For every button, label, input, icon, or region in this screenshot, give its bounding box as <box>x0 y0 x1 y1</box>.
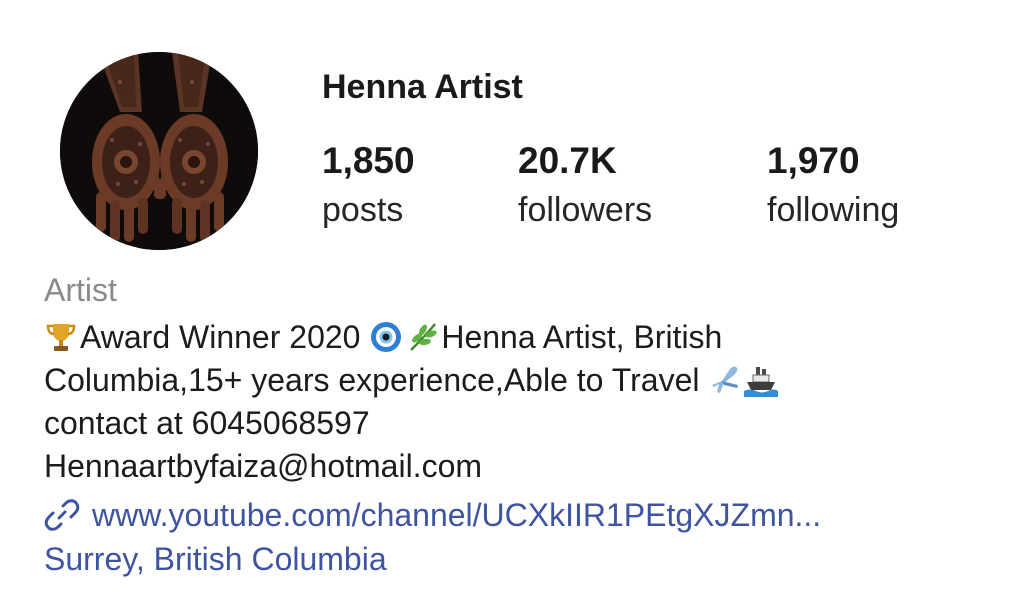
bio-line-2: Columbia,15+ years experience,Able to Tr… <box>44 359 994 402</box>
profile-link[interactable]: www.youtube.com/channel/UCXkIIR1PEtgXJZm… <box>44 497 821 534</box>
bio-line-1: Award Winner 2020 Henna Artist, British <box>44 316 994 359</box>
profile-category: Artist <box>44 272 117 308</box>
bio-email[interactable]: Hennaartbyfaiza@hotmail.com <box>44 445 994 488</box>
posts-count: 1,850 <box>322 140 415 181</box>
link-icon <box>44 499 80 531</box>
following-count: 1,970 <box>767 140 860 181</box>
posts-stat[interactable]: 1,850 posts <box>322 138 415 236</box>
posts-label: posts <box>322 191 404 229</box>
nazar-eye-icon <box>371 322 402 352</box>
bio-line-3: contact at 6045068597 <box>44 405 370 441</box>
profile-avatar[interactable] <box>60 52 258 250</box>
followers-count: 20.7K <box>518 140 617 181</box>
profile-link-text[interactable]: www.youtube.com/channel/UCXkIIR1PEtgXJZm… <box>92 497 821 533</box>
following-stat[interactable]: 1,970 following <box>767 138 899 236</box>
bio-experience-text: Columbia,15+ years experience,Able to Tr… <box>44 362 709 398</box>
profile-location[interactable]: Surrey, British Columbia <box>44 541 387 578</box>
followers-label: followers <box>518 191 653 229</box>
airplane-icon <box>712 366 739 393</box>
ship-icon <box>744 367 779 397</box>
profile-name: Henna Artist <box>322 68 523 106</box>
following-label: following <box>767 191 900 229</box>
trophy-icon <box>46 324 76 351</box>
bio-henna-text: Henna Artist, British <box>441 319 723 355</box>
bio-award-text: Award Winner 2020 <box>80 319 370 355</box>
profile-bio: Award Winner 2020 Henna Artist, British … <box>44 316 994 488</box>
followers-stat[interactable]: 20.7K followers <box>518 138 652 236</box>
henna-hands-image <box>60 52 258 250</box>
herb-icon <box>410 323 438 351</box>
